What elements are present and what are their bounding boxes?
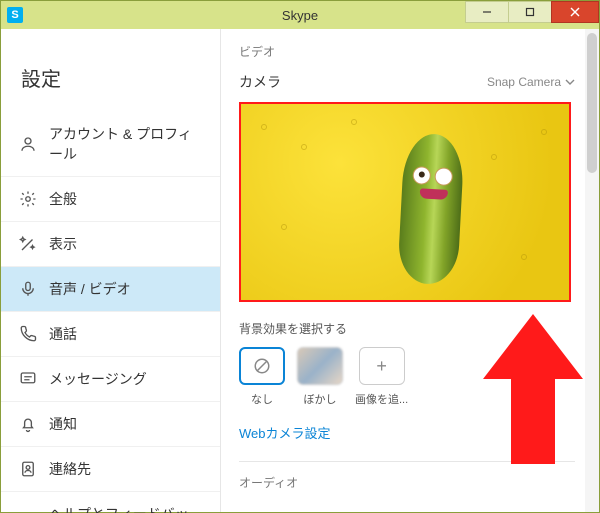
sidebar-item-label: 全般 <box>49 189 77 209</box>
camera-row: カメラ Snap Camera <box>239 72 575 92</box>
chat-icon <box>19 370 37 388</box>
sidebar-item-calling[interactable]: 通話 <box>1 312 220 357</box>
maximize-button[interactable] <box>508 1 552 23</box>
titlebar[interactable]: S Skype <box>1 1 599 29</box>
sidebar-item-help[interactable]: ヘルプとフィードバック <box>1 492 220 513</box>
sidebar-item-label: 通話 <box>49 324 77 344</box>
bell-icon <box>19 415 37 433</box>
plus-icon: + <box>359 347 405 385</box>
app-window: S Skype 設定 アカウント & プロフィール 全般 表示 <box>0 0 600 513</box>
sidebar-item-label: 連絡先 <box>49 459 91 479</box>
contacts-icon <box>19 460 37 478</box>
minimize-button[interactable] <box>465 1 509 23</box>
sidebar-item-label: ヘルプとフィードバック <box>49 504 202 513</box>
webcam-settings-link[interactable]: Webカメラ設定 <box>239 423 331 442</box>
camera-value: Snap Camera <box>487 75 561 89</box>
camera-preview <box>239 102 571 302</box>
sidebar-item-account[interactable]: アカウント & プロフィール <box>1 112 220 177</box>
app-icon: S <box>7 7 23 23</box>
sidebar-item-notifications[interactable]: 通知 <box>1 402 220 447</box>
bg-option-label: 画像を追... <box>355 391 408 407</box>
window-controls <box>466 1 599 29</box>
person-icon <box>19 135 37 153</box>
sidebar: 設定 アカウント & プロフィール 全般 表示 音声 / ビデオ <box>1 29 221 512</box>
scrollbar-thumb[interactable] <box>587 33 597 173</box>
bg-option-add[interactable]: + 画像を追... <box>355 347 408 407</box>
chevron-down-icon <box>565 77 575 87</box>
camera-dropdown[interactable]: Snap Camera <box>487 75 575 89</box>
content: ビデオ カメラ Snap Camera <box>221 29 585 512</box>
sidebar-item-messaging[interactable]: メッセージング <box>1 357 220 402</box>
phone-icon <box>19 325 37 343</box>
gear-icon <box>19 190 37 208</box>
sidebar-item-general[interactable]: 全般 <box>1 177 220 222</box>
sidebar-item-label: アカウント & プロフィール <box>49 124 202 164</box>
sidebar-item-appearance[interactable]: 表示 <box>1 222 220 267</box>
sidebar-item-audio-video[interactable]: 音声 / ビデオ <box>1 267 220 312</box>
audio-section-label: オーディオ <box>239 474 575 491</box>
sidebar-item-label: 通知 <box>49 414 77 434</box>
none-icon <box>253 357 271 375</box>
camera-label: カメラ <box>239 72 281 92</box>
sidebar-item-label: メッセージング <box>49 369 147 389</box>
sidebar-item-label: 音声 / ビデオ <box>49 279 131 299</box>
close-button[interactable] <box>551 1 599 23</box>
background-options: なし ぼかし + 画像を追... <box>239 347 575 407</box>
background-label: 背景効果を選択する <box>239 320 575 337</box>
scrollbar[interactable] <box>585 29 599 512</box>
bg-option-blur[interactable]: ぼかし <box>297 347 343 407</box>
body: 設定 アカウント & プロフィール 全般 表示 音声 / ビデオ <box>1 29 599 512</box>
wand-icon <box>19 235 37 253</box>
divider <box>239 461 575 462</box>
bg-option-label: ぼかし <box>304 391 337 407</box>
microphone-icon <box>19 280 37 298</box>
bg-option-label: なし <box>251 391 273 407</box>
video-section-label: ビデオ <box>239 43 575 60</box>
sidebar-item-contacts[interactable]: 連絡先 <box>1 447 220 492</box>
sidebar-item-label: 表示 <box>49 234 77 254</box>
pickle-avatar <box>397 133 465 286</box>
main: ビデオ カメラ Snap Camera <box>221 29 599 512</box>
bg-option-none[interactable]: なし <box>239 347 285 407</box>
settings-title: 設定 <box>1 35 220 112</box>
nav: アカウント & プロフィール 全般 表示 音声 / ビデオ 通話 <box>1 112 220 513</box>
background-section: 背景効果を選択する なし ぼかし + 画像を追... <box>239 320 575 443</box>
